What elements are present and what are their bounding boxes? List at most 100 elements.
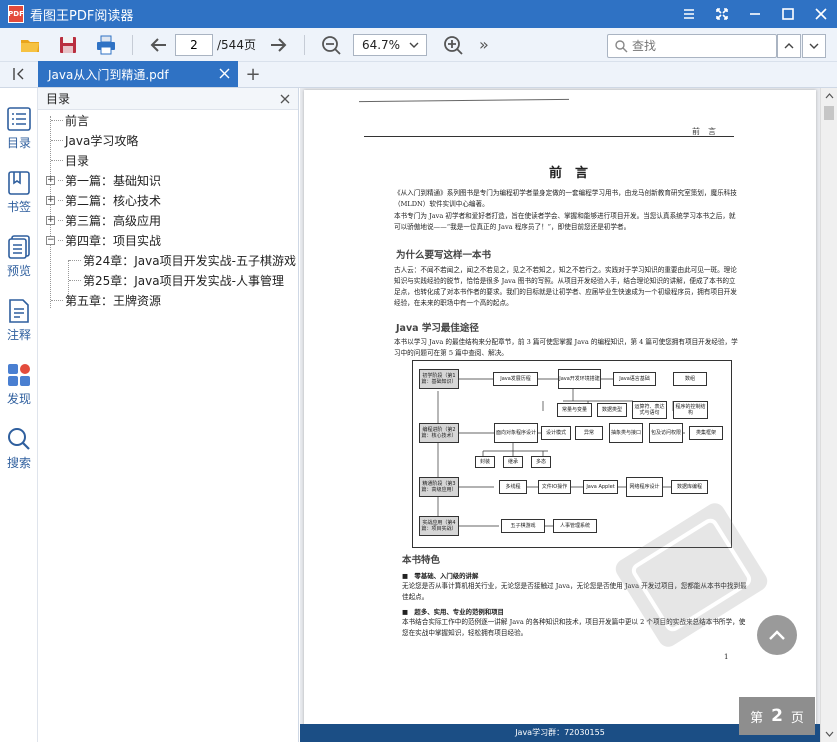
open-file-button[interactable] xyxy=(14,31,46,59)
collapse-left-icon xyxy=(13,68,24,80)
page-bullet: ■ 零基础、入门级的讲解 xyxy=(402,572,479,580)
arrow-right-icon xyxy=(270,37,287,52)
search-input[interactable] xyxy=(632,39,772,53)
flow-box: 人事管理系统 xyxy=(553,519,597,533)
pdf-page: 前 言 前 言 《从入门到精通》系列图书是专门为编程初学者量身定做的一套编程学习… xyxy=(304,90,816,742)
toolbar: /544页 64.7% » xyxy=(0,28,837,62)
tab-bar: Java从入门到精通.pdf + xyxy=(0,61,837,88)
save-button[interactable] xyxy=(52,31,84,59)
rail-label: 注释 xyxy=(6,328,31,342)
chevron-down-icon xyxy=(809,43,819,49)
current-page-badge: 第 2 页 xyxy=(739,697,815,735)
outline-item[interactable]: 前言 xyxy=(51,110,89,130)
tab-document[interactable]: Java从入门到精通.pdf xyxy=(38,61,238,87)
close-window-button[interactable] xyxy=(804,0,837,28)
document-viewer[interactable]: 前 言 前 言 《从入门到精通》系列图书是专门为编程初学者量身定做的一套编程学习… xyxy=(300,88,820,742)
flow-box: 数组 xyxy=(673,372,707,386)
maximize-icon xyxy=(781,8,794,20)
scrollbar-thumb[interactable] xyxy=(824,106,834,120)
collapse-toggle[interactable]: − xyxy=(46,235,55,245)
folder-icon xyxy=(21,39,39,52)
outline-item[interactable]: + 第三篇：高级应用 xyxy=(46,210,161,230)
print-button[interactable] xyxy=(90,31,122,59)
flow-box: 包及访问权限 xyxy=(649,423,683,443)
scroll-to-top-button[interactable] xyxy=(757,615,797,655)
page-heading: 本书特色 xyxy=(402,555,441,566)
flow-box: 继承 xyxy=(503,456,523,468)
flow-box: Java Applet xyxy=(583,480,618,494)
search-next-button[interactable] xyxy=(802,34,826,58)
maximize-button[interactable] xyxy=(771,0,804,28)
flow-box: 五子棋游戏 xyxy=(501,519,545,533)
flow-box: Java发展历程 xyxy=(493,372,538,386)
tree-connector xyxy=(51,119,63,121)
expand-toggle[interactable]: + xyxy=(46,175,55,185)
close-icon[interactable] xyxy=(280,94,290,104)
scroll-down-arrow-icon[interactable] xyxy=(825,729,834,738)
flow-box: 数据类型 xyxy=(597,403,627,417)
flow-box: 运算符、表达式与语句 xyxy=(632,401,667,419)
rail-item-discover[interactable]: 发现 xyxy=(0,362,38,407)
outline-item[interactable]: + 第二篇：核心技术 xyxy=(46,190,161,210)
collapse-sidebar-button[interactable] xyxy=(0,61,38,87)
rail-label: 目录 xyxy=(6,136,31,150)
title-bar: PDF 看图王PDF阅读器 xyxy=(0,0,837,28)
vertical-scrollbar[interactable] xyxy=(820,88,837,742)
page-heading: Java 学习最佳途径 xyxy=(396,323,479,334)
outline-item[interactable]: Java学习攻略 xyxy=(51,130,138,150)
tree-connector xyxy=(69,259,81,261)
rail-label: 搜索 xyxy=(6,456,31,470)
flow-box: 多线程 xyxy=(499,480,527,494)
zoom-out-button[interactable] xyxy=(315,31,347,59)
page-number-input[interactable] xyxy=(175,33,213,56)
fullscreen-button[interactable] xyxy=(705,0,738,28)
bookmark-icon xyxy=(8,171,30,195)
scroll-up-arrow-icon[interactable] xyxy=(825,92,834,101)
app-title: 看图王PDF阅读器 xyxy=(30,8,134,24)
flow-box: 设计模式 xyxy=(541,426,571,440)
tree-connector xyxy=(51,159,63,161)
search-icon xyxy=(8,428,30,450)
prev-page-button[interactable] xyxy=(143,31,175,59)
search-box[interactable] xyxy=(607,34,777,58)
expand-toggle[interactable]: + xyxy=(46,215,55,225)
tree-connector xyxy=(51,299,63,301)
flow-box: 多态 xyxy=(531,456,551,468)
rail-label: 发现 xyxy=(6,392,31,406)
menu-button[interactable] xyxy=(672,0,705,28)
rail-item-bookmarks[interactable]: 书签 xyxy=(0,170,38,215)
close-icon[interactable] xyxy=(219,68,230,79)
flow-stage: 精通阶段（第3篇：高级应用） xyxy=(419,477,459,497)
flow-box: 异常 xyxy=(575,426,603,440)
page-paragraph: 本书以学习 Java 的最佳结构来分配章节，前 3 篇可使您掌握 Java 的编… xyxy=(394,338,738,357)
rail-item-search[interactable]: 搜索 xyxy=(0,426,38,471)
rail-item-outline[interactable]: 目录 xyxy=(0,106,38,151)
flow-box: 抽象类与接口 xyxy=(609,423,643,443)
more-tools-button[interactable]: » xyxy=(479,35,489,54)
outline-item[interactable]: − 第四章：项目实战 xyxy=(46,230,161,250)
search-prev-button[interactable] xyxy=(777,34,801,58)
rail-item-preview[interactable]: 预览 xyxy=(0,234,38,279)
zoom-select[interactable]: 64.7% xyxy=(352,33,427,56)
zoom-in-icon xyxy=(444,35,463,55)
next-page-button[interactable] xyxy=(262,31,294,59)
outline-item[interactable]: 第24章：Java项目开发实战-五子棋游戏 xyxy=(69,250,296,270)
expand-toggle[interactable]: + xyxy=(46,195,55,205)
outline-item[interactable]: + 第一篇：基础知识 xyxy=(46,170,161,190)
outline-item[interactable]: 目录 xyxy=(51,150,89,170)
minimize-button[interactable] xyxy=(738,0,771,28)
page-paragraph: 《从入门到精通》系列图书是专门为编程初学者量身定做的一套编程学习用书，由龙马创新… xyxy=(394,189,737,208)
new-tab-button[interactable]: + xyxy=(238,61,268,87)
list-icon xyxy=(7,107,31,131)
zoom-in-button[interactable] xyxy=(437,31,469,59)
chevron-up-icon xyxy=(769,630,785,640)
page-rule xyxy=(359,98,569,103)
hamburger-icon xyxy=(683,9,694,19)
flow-box: Java开发环境搭建 xyxy=(558,369,601,389)
rail-item-annotations[interactable]: 注释 xyxy=(0,298,38,343)
page-rule xyxy=(364,136,734,137)
outline-item[interactable]: 第五章：王牌资源 xyxy=(51,290,161,310)
outline-item[interactable]: 第25章：Java项目开发实战-人事管理 xyxy=(69,270,284,290)
toolbar-separator xyxy=(132,34,133,55)
save-icon xyxy=(60,36,76,53)
